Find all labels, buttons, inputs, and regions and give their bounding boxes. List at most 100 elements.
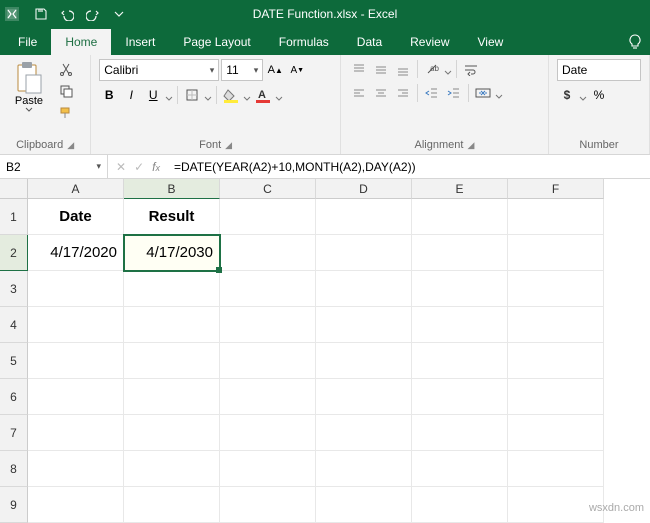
cell-F3[interactable] (508, 271, 604, 307)
align-top-icon[interactable] (349, 59, 369, 79)
clipboard-launcher-icon[interactable]: ◢ (67, 140, 74, 151)
cell-E2[interactable] (412, 235, 508, 271)
cell-A2[interactable]: 4/17/2020 (28, 235, 124, 271)
cell-C7[interactable] (220, 415, 316, 451)
row-header-1[interactable]: 1 (0, 199, 28, 235)
cell-D4[interactable] (316, 307, 412, 343)
row-header-3[interactable]: 3 (0, 271, 28, 307)
orientation-icon[interactable]: ab (422, 59, 442, 79)
cell-B4[interactable] (124, 307, 220, 343)
cell-B9[interactable] (124, 487, 220, 523)
cell-A4[interactable] (28, 307, 124, 343)
cell-E5[interactable] (412, 343, 508, 379)
align-middle-icon[interactable] (371, 59, 391, 79)
underline-button[interactable]: U (143, 85, 163, 105)
copy-icon[interactable] (56, 81, 76, 101)
cell-B5[interactable] (124, 343, 220, 379)
qat-customize-icon[interactable] (110, 5, 128, 23)
cell-E8[interactable] (412, 451, 508, 487)
row-header-2[interactable]: 2 (0, 235, 28, 271)
tab-formulas[interactable]: Formulas (265, 29, 343, 55)
cell-C2[interactable] (220, 235, 316, 271)
cell-D3[interactable] (316, 271, 412, 307)
row-header-7[interactable]: 7 (0, 415, 28, 451)
cell-E3[interactable] (412, 271, 508, 307)
cell-D6[interactable] (316, 379, 412, 415)
enter-formula-icon[interactable]: ✓ (134, 160, 144, 174)
tab-home[interactable]: Home (51, 29, 111, 55)
italic-button[interactable]: I (121, 85, 141, 105)
cell-A9[interactable] (28, 487, 124, 523)
cell-F4[interactable] (508, 307, 604, 343)
percent-format-icon[interactable]: % (589, 85, 609, 105)
borders-icon[interactable] (182, 85, 202, 105)
bold-button[interactable]: B (99, 85, 119, 105)
cancel-formula-icon[interactable]: ✕ (116, 160, 126, 174)
cut-icon[interactable] (56, 59, 76, 79)
tab-data[interactable]: Data (343, 29, 396, 55)
save-icon[interactable] (32, 5, 50, 23)
cell-A5[interactable] (28, 343, 124, 379)
cell-A6[interactable] (28, 379, 124, 415)
font-size-combo[interactable]: 11▾ (221, 59, 263, 81)
col-header-B[interactable]: B (124, 179, 220, 199)
cell-D8[interactable] (316, 451, 412, 487)
cell-E6[interactable] (412, 379, 508, 415)
cell-B6[interactable] (124, 379, 220, 415)
cell-F8[interactable] (508, 451, 604, 487)
align-bottom-icon[interactable] (393, 59, 413, 79)
redo-icon[interactable] (84, 5, 102, 23)
tab-page-layout[interactable]: Page Layout (169, 29, 264, 55)
cell-D1[interactable] (316, 199, 412, 235)
cell-D2[interactable] (316, 235, 412, 271)
cell-D5[interactable] (316, 343, 412, 379)
paste-button[interactable]: Paste (8, 59, 50, 115)
tab-view[interactable]: View (464, 29, 518, 55)
cell-F2[interactable] (508, 235, 604, 271)
select-all-button[interactable] (0, 179, 28, 199)
increase-font-icon[interactable]: A▲ (265, 60, 285, 80)
cell-A8[interactable] (28, 451, 124, 487)
cell-B7[interactable] (124, 415, 220, 451)
number-format-combo[interactable]: Date (557, 59, 641, 81)
cell-C8[interactable] (220, 451, 316, 487)
decrease-font-icon[interactable]: A▼ (287, 60, 307, 80)
cell-E1[interactable] (412, 199, 508, 235)
cell-D7[interactable] (316, 415, 412, 451)
cell-C4[interactable] (220, 307, 316, 343)
row-header-5[interactable]: 5 (0, 343, 28, 379)
align-center-icon[interactable] (371, 83, 391, 103)
cell-A7[interactable] (28, 415, 124, 451)
formula-input[interactable]: =DATE(YEAR(A2)+10,MONTH(A2),DAY(A2)) (168, 155, 650, 178)
cell-B3[interactable] (124, 271, 220, 307)
tell-me-icon[interactable] (622, 29, 648, 55)
col-header-A[interactable]: A (28, 179, 124, 199)
font-name-combo[interactable]: Calibri▾ (99, 59, 219, 81)
cell-E7[interactable] (412, 415, 508, 451)
cell-A1[interactable]: Date (28, 199, 124, 235)
cell-C9[interactable] (220, 487, 316, 523)
tab-file[interactable]: File (4, 29, 51, 55)
cell-E4[interactable] (412, 307, 508, 343)
font-launcher-icon[interactable]: ◢ (225, 140, 232, 151)
wrap-text-icon[interactable] (461, 59, 481, 79)
cell-B2[interactable]: 4/17/2030 (124, 235, 220, 271)
cell-F6[interactable] (508, 379, 604, 415)
row-header-8[interactable]: 8 (0, 451, 28, 487)
col-header-F[interactable]: F (508, 179, 604, 199)
cell-A3[interactable] (28, 271, 124, 307)
row-header-9[interactable]: 9 (0, 487, 28, 523)
align-left-icon[interactable] (349, 83, 369, 103)
col-header-C[interactable]: C (220, 179, 316, 199)
alignment-launcher-icon[interactable]: ◢ (467, 140, 474, 151)
font-color-icon[interactable]: A (253, 85, 273, 105)
increase-indent-icon[interactable] (444, 83, 464, 103)
cell-F5[interactable] (508, 343, 604, 379)
cell-D9[interactable] (316, 487, 412, 523)
fill-color-icon[interactable] (221, 85, 241, 105)
cell-C1[interactable] (220, 199, 316, 235)
tab-review[interactable]: Review (396, 29, 463, 55)
cell-B8[interactable] (124, 451, 220, 487)
cell-E9[interactable] (412, 487, 508, 523)
cell-C3[interactable] (220, 271, 316, 307)
